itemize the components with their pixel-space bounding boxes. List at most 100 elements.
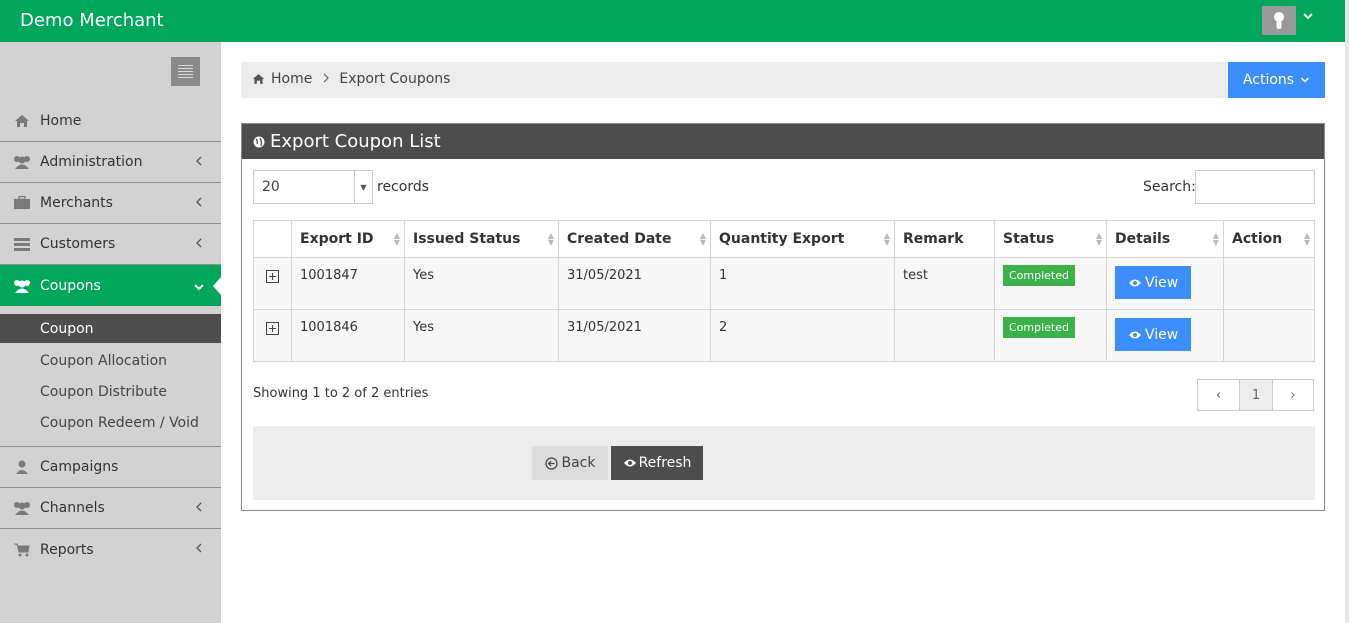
refresh-button[interactable]: Refresh bbox=[611, 446, 703, 480]
sidebar-item-label: Merchants bbox=[40, 195, 113, 211]
cell-issued-status: Yes bbox=[404, 257, 559, 310]
sidebar-item-label: Administration bbox=[40, 154, 143, 170]
column-header-details[interactable]: Details ▲ ▼ bbox=[1106, 220, 1224, 258]
column-header-expand bbox=[253, 220, 292, 258]
column-header-issued-status[interactable]: Issued Status ▲ ▼ bbox=[404, 220, 559, 258]
table-row: 1001847 Yes 31/05/2021 1 test Completed … bbox=[253, 257, 1315, 310]
caret-down-icon: ▼ bbox=[354, 171, 372, 203]
home-icon bbox=[12, 113, 32, 129]
users-icon bbox=[12, 278, 32, 294]
sidebar-item-label: Home bbox=[40, 113, 82, 129]
sidebar-item-label: Reports bbox=[40, 541, 94, 558]
sidebar-item-customers[interactable]: Customers bbox=[0, 224, 221, 265]
breadcrumb-current: Export Coupons bbox=[339, 71, 451, 87]
actions-label: Actions bbox=[1242, 72, 1295, 88]
column-header-remark[interactable]: Remark bbox=[894, 220, 995, 258]
panel-header: Export Coupon List bbox=[242, 124, 1324, 159]
search-input[interactable] bbox=[1195, 170, 1315, 204]
coupons-submenu: Coupon Coupon Allocation Coupon Distribu… bbox=[0, 306, 221, 447]
user-menu-chevron-icon[interactable] bbox=[1302, 10, 1314, 26]
search-label: Search: bbox=[1143, 179, 1196, 195]
back-label: Back bbox=[561, 455, 596, 471]
actions-dropdown-button[interactable]: Actions bbox=[1228, 62, 1325, 98]
status-badge: Completed bbox=[1003, 317, 1075, 338]
chevron-left-icon bbox=[195, 542, 203, 558]
chevron-down-icon bbox=[1300, 76, 1310, 84]
pagination-page-1[interactable]: 1 bbox=[1240, 380, 1273, 410]
users-icon bbox=[12, 154, 32, 170]
submenu-item-coupon-redeem-void[interactable]: Coupon Redeem / Void bbox=[0, 407, 221, 438]
expand-plus-icon[interactable] bbox=[266, 270, 279, 283]
sidebar-item-home[interactable]: Home bbox=[0, 101, 221, 142]
cell-quantity-export: 1 bbox=[710, 257, 895, 310]
pagination-prev-button[interactable]: ‹ bbox=[1198, 380, 1240, 410]
export-coupon-panel: Export Coupon List 20 ▼ records Search: … bbox=[241, 123, 1325, 511]
sidebar-item-administration[interactable]: Administration bbox=[0, 142, 221, 183]
column-header-quantity-export[interactable]: Quantity Export ▲ ▼ bbox=[710, 220, 895, 258]
back-button[interactable]: Back bbox=[532, 446, 608, 480]
cell-status: Completed bbox=[994, 257, 1107, 310]
page-scrollbar[interactable] bbox=[1345, 0, 1349, 623]
cell-status: Completed bbox=[994, 309, 1107, 362]
expand-cell bbox=[253, 309, 292, 362]
brand-name[interactable]: Demo Merchant bbox=[20, 10, 164, 31]
expand-cell bbox=[253, 257, 292, 310]
refresh-label: Refresh bbox=[638, 455, 692, 471]
records-length-value: 20 bbox=[262, 179, 280, 195]
sidebar-item-coupons[interactable]: Coupons bbox=[0, 265, 221, 306]
cell-quantity-export: 2 bbox=[710, 309, 895, 362]
users-icon bbox=[12, 500, 32, 516]
export-coupon-table: Export ID ▲ ▼ Issued Status ▲ ▼ Created Date… bbox=[253, 220, 1315, 362]
chevron-right-icon bbox=[322, 71, 330, 87]
view-label: View bbox=[1145, 274, 1179, 291]
sidebar-item-merchants[interactable]: Merchants bbox=[0, 183, 221, 224]
cell-remark bbox=[894, 309, 995, 362]
top-navbar: Demo Merchant bbox=[0, 0, 1345, 42]
sidebar-item-channels[interactable]: Channels bbox=[0, 488, 221, 529]
breadcrumb-home-link[interactable]: Home bbox=[271, 71, 312, 87]
user-avatar[interactable] bbox=[1262, 6, 1296, 35]
sort-icon: ▲ ▼ bbox=[699, 231, 706, 247]
view-button[interactable]: View bbox=[1115, 266, 1192, 299]
sidebar-item-reports[interactable]: Reports bbox=[0, 529, 221, 570]
view-button[interactable]: View bbox=[1115, 318, 1192, 351]
records-length-select[interactable]: 20 ▼ bbox=[253, 170, 373, 204]
user-icon bbox=[12, 459, 32, 475]
column-header-status[interactable]: Status ▲ ▼ bbox=[994, 220, 1107, 258]
table-header-row: Export ID ▲ ▼ Issued Status ▲ ▼ Created Date… bbox=[253, 220, 1315, 258]
sort-icon: ▲ ▼ bbox=[1095, 231, 1102, 247]
sidebar-nav: Home Administration Merchants Customers … bbox=[0, 101, 221, 570]
pagination-next-button[interactable]: › bbox=[1273, 380, 1313, 410]
cell-export-id: 1001847 bbox=[291, 257, 405, 310]
panel-title: Export Coupon List bbox=[270, 131, 441, 152]
sort-icon: ▲ ▼ bbox=[883, 231, 890, 247]
sidebar-item-label: Channels bbox=[40, 500, 105, 516]
chevron-down-icon bbox=[193, 279, 205, 295]
expand-plus-icon[interactable] bbox=[266, 322, 279, 335]
column-header-export-id[interactable]: Export ID ▲ ▼ bbox=[291, 220, 405, 258]
eye-icon bbox=[1128, 278, 1142, 288]
submenu-item-coupon[interactable]: Coupon bbox=[0, 314, 221, 343]
sidebar-item-campaigns[interactable]: Campaigns bbox=[0, 447, 221, 488]
eye-icon bbox=[623, 458, 637, 468]
submenu-item-coupon-distribute[interactable]: Coupon Distribute bbox=[0, 376, 221, 407]
sort-icon: ▲ ▼ bbox=[1212, 231, 1219, 247]
sidebar-toggle-button[interactable] bbox=[171, 57, 200, 86]
list-icon bbox=[12, 236, 32, 252]
cell-export-id: 1001846 bbox=[291, 309, 405, 362]
chevron-left-icon bbox=[195, 196, 203, 212]
column-header-created-date[interactable]: Created Date ▲ ▼ bbox=[558, 220, 711, 258]
submenu-item-coupon-allocation[interactable]: Coupon Allocation bbox=[0, 345, 221, 376]
briefcase-icon bbox=[12, 195, 32, 211]
view-label: View bbox=[1145, 326, 1179, 343]
column-header-action[interactable]: Action ▲ ▼ bbox=[1223, 220, 1315, 258]
breadcrumb: Home Export Coupons bbox=[241, 62, 1325, 98]
cell-action bbox=[1223, 309, 1315, 362]
sort-icon: ▲ ▼ bbox=[547, 231, 554, 247]
sidebar-item-label: Campaigns bbox=[40, 459, 119, 475]
sort-icon: ▲ ▼ bbox=[393, 231, 400, 247]
cell-action bbox=[1223, 257, 1315, 310]
records-label: records bbox=[377, 179, 430, 195]
sort-icon: ▲ ▼ bbox=[1303, 231, 1310, 247]
chevron-left-icon bbox=[195, 155, 203, 171]
